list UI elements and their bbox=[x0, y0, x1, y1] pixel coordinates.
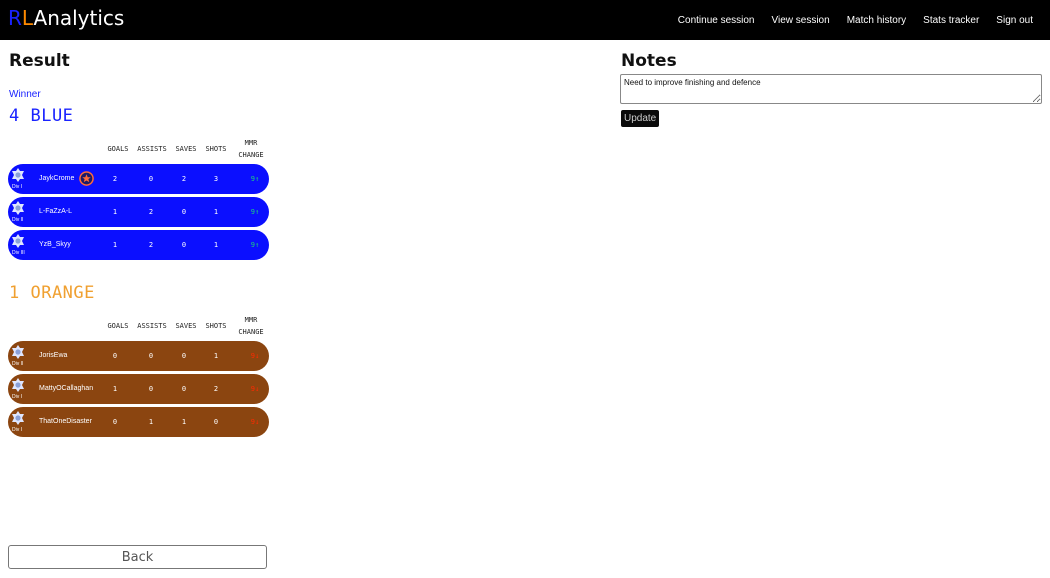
stat-assists: 0 bbox=[148, 175, 154, 183]
stat-shots: 3 bbox=[213, 175, 219, 183]
header-shots: SHOTS bbox=[205, 145, 227, 153]
header-change: CHANGE bbox=[238, 328, 264, 336]
stat-goals: 1 bbox=[112, 385, 118, 393]
stat-mmr-change: 9↓ bbox=[250, 418, 260, 426]
stat-mmr-change: 9↓ bbox=[250, 385, 260, 393]
player-name: YzB_Skyy bbox=[39, 241, 71, 248]
stat-goals: 2 bbox=[112, 175, 118, 183]
stat-saves: 0 bbox=[181, 352, 187, 360]
header-mmr: MMR bbox=[244, 139, 258, 147]
orange-table-header: GOALS ASSISTS SAVES SHOTS MMR CHANGE bbox=[0, 313, 270, 341]
brand-rest: Analytics bbox=[33, 6, 125, 30]
nav-sign-out[interactable]: Sign out bbox=[996, 15, 1033, 26]
result-title: Result bbox=[9, 51, 70, 71]
header-mmr-change: MMR CHANGE bbox=[234, 137, 268, 161]
player-row: Div I JaykCrome 2 0 2 3 9↑ bbox=[8, 164, 269, 194]
header-assists: ASSISTS bbox=[137, 145, 167, 153]
stat-mmr-change: 9↑ bbox=[250, 208, 260, 216]
stat-shots: 1 bbox=[213, 241, 219, 249]
stat-goals: 0 bbox=[112, 352, 118, 360]
stat-assists: 0 bbox=[148, 385, 154, 393]
division-label: Div II bbox=[12, 361, 24, 367]
stat-saves: 2 bbox=[181, 175, 187, 183]
mvp-star-icon bbox=[79, 171, 94, 186]
blue-team-title: 4 BLUE bbox=[9, 106, 74, 126]
orange-team-title: 1 ORANGE bbox=[9, 283, 95, 303]
stat-goals: 1 bbox=[112, 208, 118, 216]
header-assists: ASSISTS bbox=[137, 322, 167, 330]
notes-title: Notes bbox=[621, 51, 677, 71]
nav-links: Continue session View session Match hist… bbox=[678, 0, 1050, 40]
player-row: Div III YzB_Skyy 1 2 0 1 9↑ bbox=[8, 230, 269, 260]
header-mmr-change: MMR CHANGE bbox=[234, 314, 268, 338]
blue-table-header: GOALS ASSISTS SAVES SHOTS MMR CHANGE bbox=[0, 137, 270, 165]
header-goals: GOALS bbox=[107, 145, 129, 153]
division-label: Div III bbox=[12, 250, 25, 256]
stat-assists: 1 bbox=[148, 418, 154, 426]
header-change: CHANGE bbox=[238, 151, 264, 159]
back-button[interactable]: Back bbox=[8, 545, 267, 569]
brand-logo[interactable]: RLAnalytics bbox=[8, 6, 124, 30]
stat-assists: 2 bbox=[148, 208, 154, 216]
stat-saves: 0 bbox=[181, 385, 187, 393]
player-name: MattyOCallaghan bbox=[39, 385, 94, 392]
stat-shots: 1 bbox=[213, 208, 219, 216]
winner-label: Winner bbox=[9, 89, 41, 100]
nav-continue-session[interactable]: Continue session bbox=[678, 15, 755, 26]
stat-shots: 1 bbox=[213, 352, 219, 360]
player-row: Div II L-FaZzA-L 1 2 0 1 9↑ bbox=[8, 197, 269, 227]
rank-icon bbox=[11, 378, 25, 392]
brand-l: L bbox=[21, 6, 34, 30]
player-name: ThatOneDisaster bbox=[39, 418, 92, 425]
header-saves: SAVES bbox=[175, 322, 197, 330]
header-shots: SHOTS bbox=[205, 322, 227, 330]
rank-icon bbox=[11, 234, 25, 248]
division-label: Div I bbox=[12, 427, 22, 433]
stat-shots: 2 bbox=[213, 385, 219, 393]
nav-match-history[interactable]: Match history bbox=[847, 15, 906, 26]
stat-saves: 1 bbox=[181, 418, 187, 426]
rank-icon bbox=[11, 411, 25, 425]
top-navbar: RLAnalytics Continue session View sessio… bbox=[0, 0, 1050, 40]
rank-icon bbox=[11, 345, 25, 359]
stat-assists: 2 bbox=[148, 241, 154, 249]
player-name: JorisEwa bbox=[39, 352, 68, 359]
rank-icon bbox=[11, 168, 25, 182]
stat-mmr-change: 9↑ bbox=[250, 175, 260, 183]
stat-goals: 1 bbox=[112, 241, 118, 249]
brand-r: R bbox=[8, 6, 22, 30]
stat-assists: 0 bbox=[148, 352, 154, 360]
division-label: Div II bbox=[12, 217, 24, 223]
player-name: L-FaZzA-L bbox=[39, 208, 73, 215]
notes-textarea[interactable] bbox=[620, 74, 1042, 104]
division-label: Div I bbox=[12, 394, 22, 400]
player-row: Div I MattyOCallaghan 1 0 0 2 9↓ bbox=[8, 374, 269, 404]
division-label: Div I bbox=[12, 184, 22, 190]
stat-mmr-change: 9↑ bbox=[250, 241, 260, 249]
player-row: Div II JorisEwa 0 0 0 1 9↓ bbox=[8, 341, 269, 371]
header-saves: SAVES bbox=[175, 145, 197, 153]
stat-shots: 0 bbox=[213, 418, 219, 426]
stat-saves: 0 bbox=[181, 241, 187, 249]
nav-view-session[interactable]: View session bbox=[772, 15, 830, 26]
stat-saves: 0 bbox=[181, 208, 187, 216]
rank-icon bbox=[11, 201, 25, 215]
nav-stats-tracker[interactable]: Stats tracker bbox=[923, 15, 979, 26]
player-row: Div I ThatOneDisaster 0 1 1 0 9↓ bbox=[8, 407, 269, 437]
stat-goals: 0 bbox=[112, 418, 118, 426]
stat-mmr-change: 9↓ bbox=[250, 352, 260, 360]
header-goals: GOALS bbox=[107, 322, 129, 330]
update-button[interactable]: Update bbox=[621, 110, 660, 127]
player-name: JaykCrome bbox=[39, 175, 75, 182]
header-mmr: MMR bbox=[244, 316, 258, 324]
